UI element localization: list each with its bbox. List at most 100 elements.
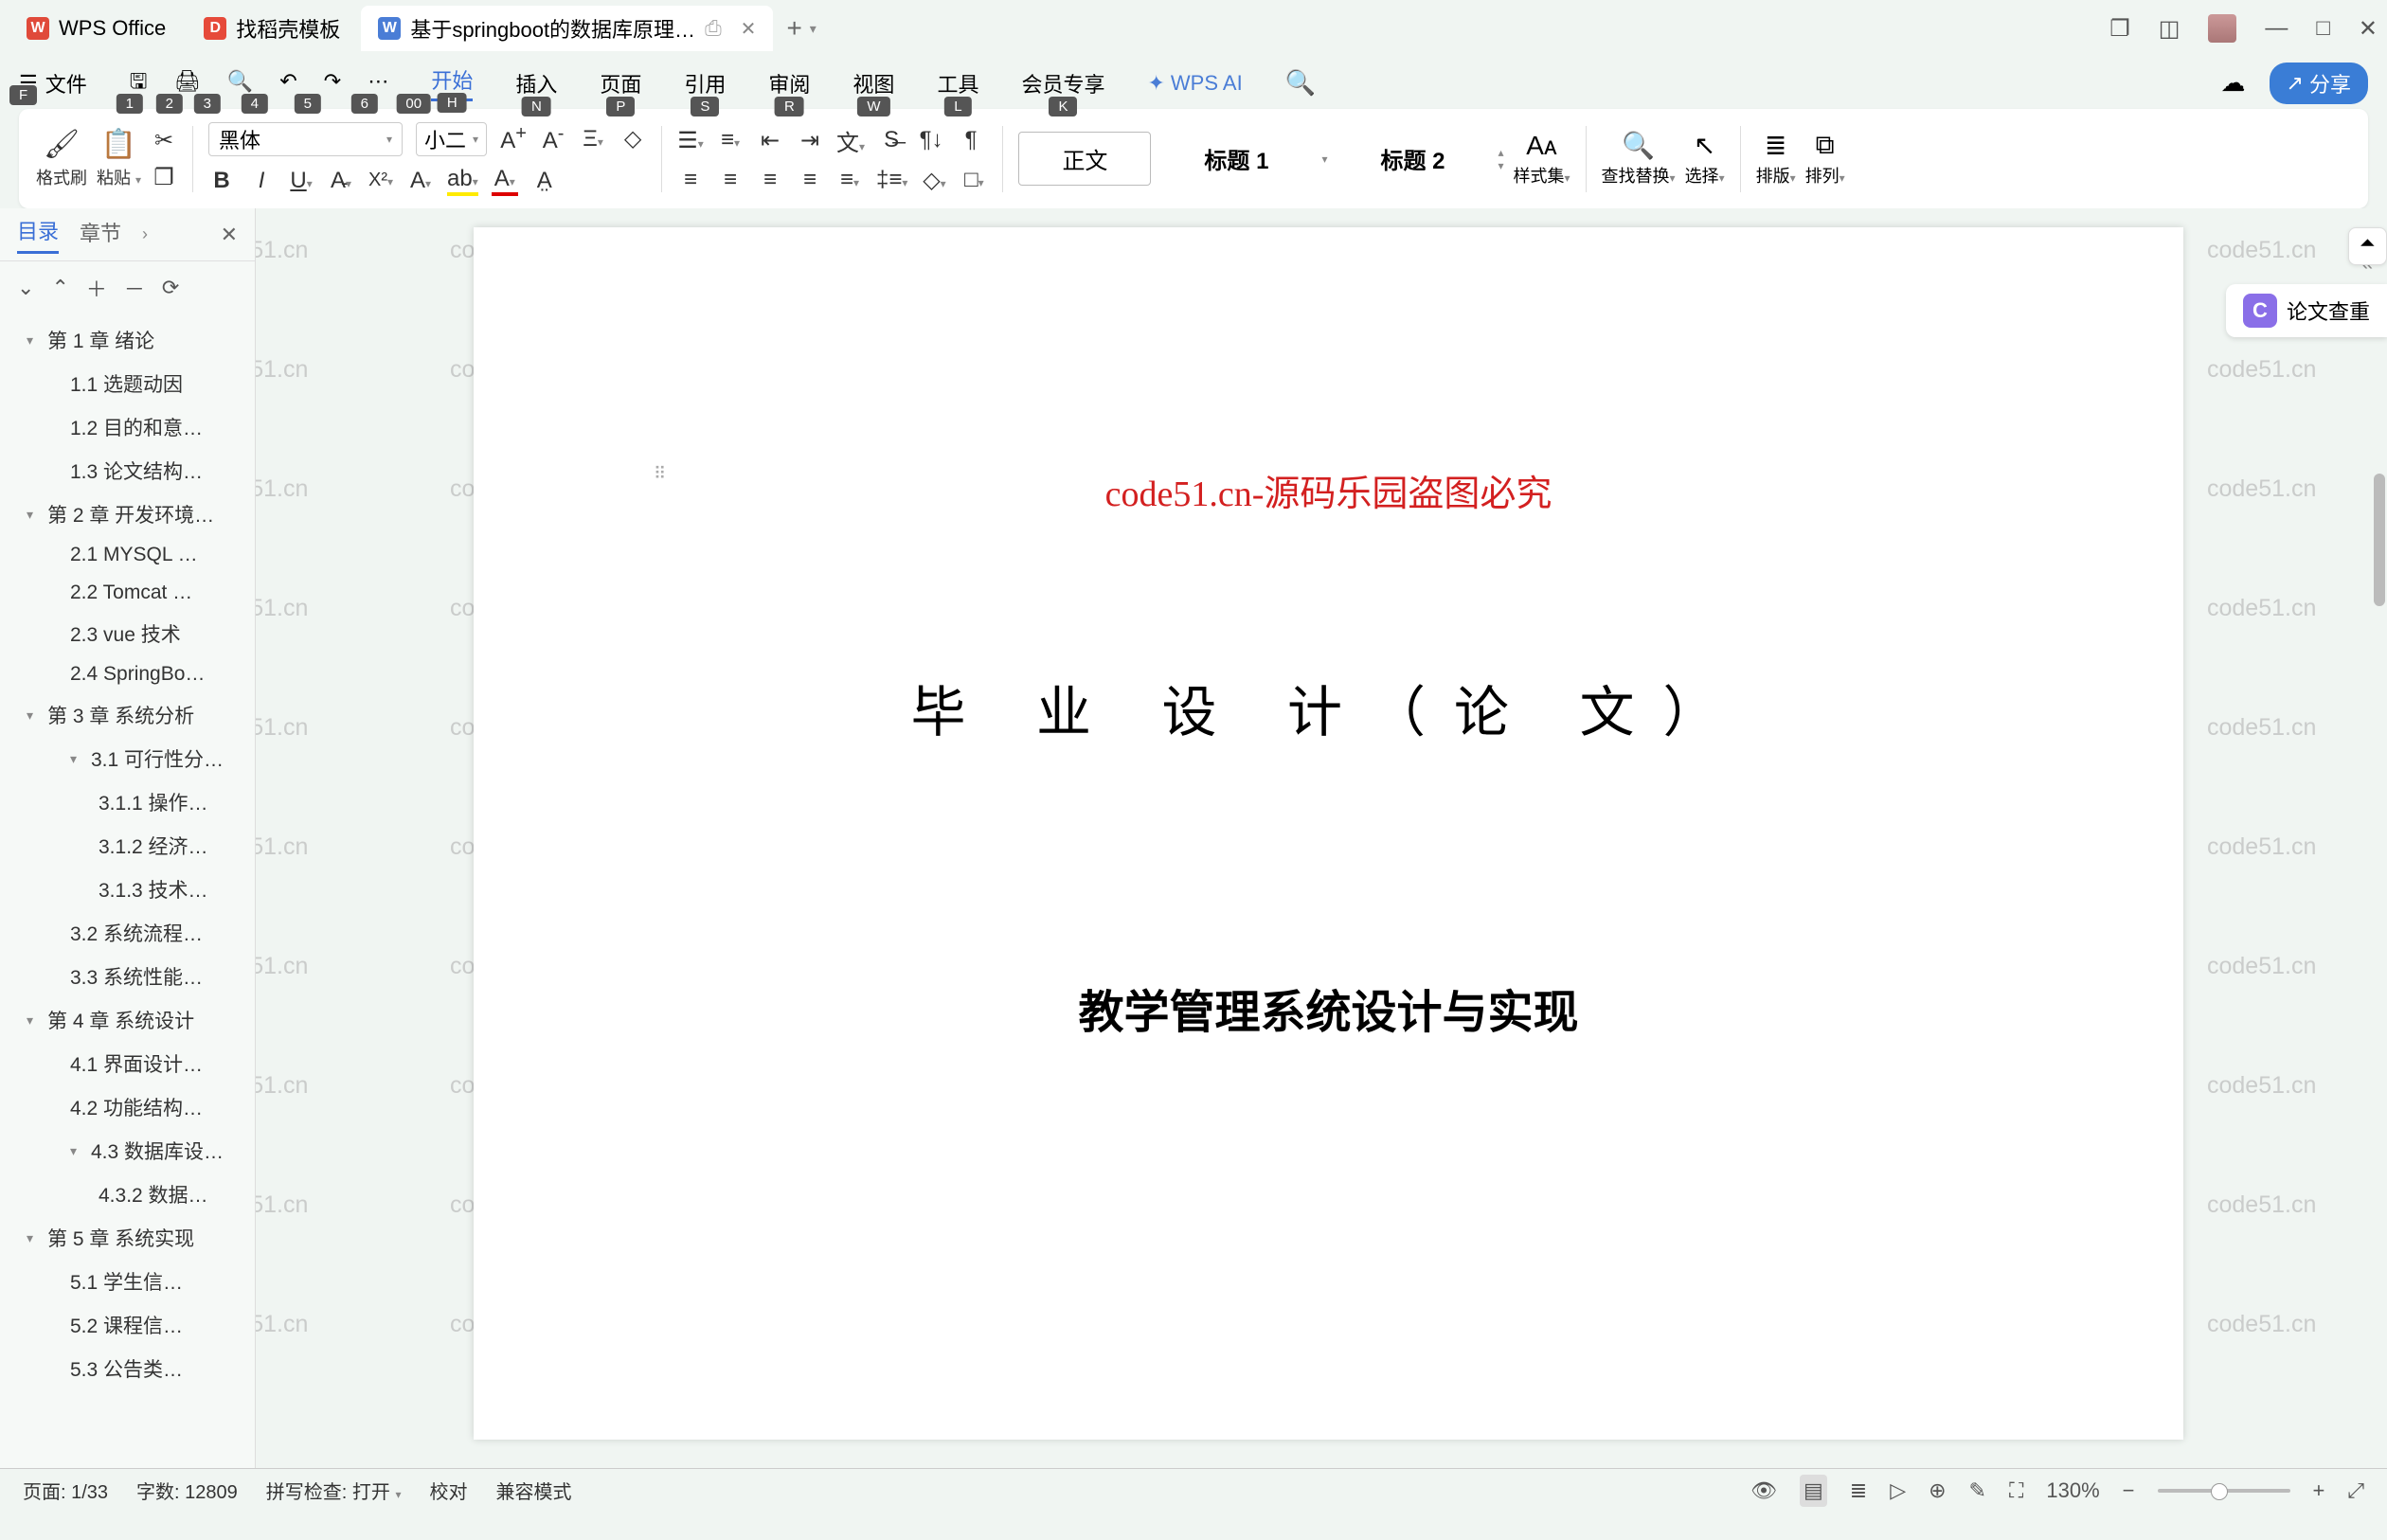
outline-item[interactable]: 3.1.2 经济… [0,824,255,868]
highlight-icon[interactable]: ab▾ [447,166,478,196]
font-family-select[interactable]: 黑体▾ [208,122,403,156]
chevron-down-icon[interactable]: ▾ [27,332,42,349]
line-spacing-icon[interactable]: ‡≡▾ [876,167,907,193]
outline-item[interactable]: 4.1 界面设计… [0,1042,255,1085]
window-close-icon[interactable]: ✕ [2359,15,2378,43]
outline-item[interactable]: ▾第 5 章 系统实现 [0,1216,255,1260]
drag-handle-icon[interactable]: ⠿ [654,464,666,484]
outline-item[interactable]: 3.1.1 操作… [0,780,255,824]
tab-pin-icon[interactable]: ⎙ [705,16,722,41]
increase-indent-icon[interactable]: ⇥ [797,127,823,154]
outline-tree[interactable]: ▾第 1 章 绪论1.1 选题动因1.2 目的和意…1.3 论文结构…▾第 2 … [0,314,255,1468]
file-menu[interactable]: ☰ 文件 F [19,68,87,98]
remove-icon[interactable]: － [124,273,145,303]
outline-item[interactable]: 1.3 论文结构… [0,449,255,492]
multi-window-icon[interactable]: ❐ [2109,15,2130,43]
menu-view[interactable]: 视图W [852,68,894,98]
align-left-icon[interactable]: ≡ [677,167,704,193]
expand-down-icon[interactable]: ⌄ [17,276,34,300]
decrease-indent-icon[interactable]: ⇤ [757,127,783,154]
outline-item[interactable]: 5.3 公告类… [0,1347,255,1390]
show-marks-icon[interactable]: ¶ [958,127,984,153]
menu-member[interactable]: 会员专享K [1021,68,1104,98]
sidebar-tab-chapter[interactable]: 章节 [80,217,121,253]
outline-view-icon[interactable]: ≣ [1850,1478,1867,1503]
chevron-right-icon[interactable]: › [142,224,148,244]
border-icon[interactable]: □▾ [960,167,987,193]
style-body[interactable]: 正文 [1018,132,1151,186]
fit-icon[interactable]: ⛶ [2009,1478,2023,1503]
outline-item[interactable]: ▾第 2 章 开发环境… [0,492,255,536]
phonetic-guide-icon[interactable]: A̤ [531,168,558,194]
maximize-icon[interactable]: □ [2316,15,2330,42]
align-center-icon[interactable]: ≡ [717,167,744,193]
new-tab-button[interactable]: + [786,13,801,44]
font-size-select[interactable]: 小二▾ [416,122,487,156]
copy-icon[interactable]: ❐ [151,164,177,191]
minimize-icon[interactable]: — [2265,15,2288,42]
underline-icon[interactable]: U▾ [288,168,314,194]
sort-icon[interactable]: S̶ [878,127,905,153]
preview-icon[interactable]: 🔍 [227,69,253,93]
menu-start[interactable]: 开始H [431,64,473,101]
page-view-icon[interactable]: ▤ [1800,1475,1827,1507]
undo-icon[interactable]: ↶ [279,69,296,93]
status-spellcheck[interactable]: 拼写检查: 打开 ▾ [266,1477,402,1504]
outline-item[interactable]: 5.1 学生信… [0,1260,255,1303]
chevron-down-icon[interactable]: ▾ [27,1012,42,1029]
outline-item[interactable]: ▾4.3 数据库设… [0,1129,255,1173]
styles-gallery-button[interactable]: Aᴀ样式集▾ [1514,131,1570,188]
focus-icon[interactable]: ✎ [1969,1478,1986,1503]
refresh-icon[interactable]: ⟳ [162,276,179,300]
zoom-slider[interactable] [2158,1489,2290,1493]
style-heading2[interactable]: 标题 2 [1346,133,1479,185]
more-quick-icon[interactable]: ⋯ [368,69,388,93]
bold-icon[interactable]: B [208,168,235,194]
distribute-icon[interactable]: ≡▾ [836,167,863,193]
format-painter-button[interactable]: 🖌格式刷 [36,128,87,189]
add-icon[interactable]: ＋ [86,273,107,303]
outline-item[interactable]: 1.1 选题动因 [0,362,255,405]
style-heading1[interactable]: 标题 1 [1170,133,1302,185]
find-replace-button[interactable]: 🔍查找替换▾ [1602,130,1676,188]
paste-button[interactable]: 📋粘贴 ▾ [97,128,141,189]
clear-format-icon[interactable]: ◇ [619,125,646,152]
fullscreen-icon[interactable]: ⤢ [2347,1478,2364,1503]
cloud-icon[interactable]: ☁ [2221,68,2246,98]
status-proofread[interactable]: 校对 [430,1477,468,1504]
style-scroll-down-icon[interactable]: ▾ [1498,159,1503,172]
outline-item[interactable]: 1.2 目的和意… [0,405,255,449]
new-tab-dropdown-icon[interactable]: ▾ [810,21,817,37]
superscript-icon[interactable]: X²▾ [368,170,394,191]
status-page[interactable]: 页面: 1/33 [23,1477,108,1504]
outline-item[interactable]: ▾第 3 章 系统分析 [0,693,255,737]
outline-item[interactable]: ▾3.1 可行性分… [0,737,255,780]
chevron-down-icon[interactable]: ▾ [70,751,85,767]
outline-item[interactable]: 4.2 功能结构… [0,1085,255,1129]
collapse-panel-icon[interactable]: 🞁 [2348,227,2387,265]
document-viewport[interactable]: code51.cncode51.cncode51.cncode51.cncode… [256,208,2387,1468]
arrange-button[interactable]: ⧉排列▾ [1805,130,1845,188]
paper-check-button[interactable]: C 论文查重 [2226,284,2387,337]
outline-item[interactable]: 3.3 系统性能… [0,955,255,998]
outline-item[interactable]: ▾第 4 章 系统设计 [0,998,255,1042]
close-icon[interactable]: ✕ [221,223,238,247]
style-h1-drop-icon[interactable]: ▾ [1321,152,1327,166]
sidebar-tab-toc[interactable]: 目录 [17,215,59,254]
tab-templates[interactable]: D 找稻壳模板 [187,6,357,51]
change-case-icon[interactable]: Ξ▾ [580,126,606,152]
outline-item[interactable]: ▾第 1 章 绪论 [0,318,255,362]
bullet-list-icon[interactable]: ☰▾ [677,127,704,154]
chevron-down-icon[interactable]: ▾ [27,507,42,523]
print-icon[interactable]: 🖨 [174,69,201,93]
font-color-icon[interactable]: A▾ [492,166,518,196]
tab-wps-office[interactable]: W WPS Office [9,6,183,51]
menu-tools[interactable]: 工具L [937,68,978,98]
zoom-value[interactable]: 130% [2046,1478,2099,1503]
outline-item[interactable]: 2.4 SpringBo… [0,655,255,693]
menu-page[interactable]: 页面P [600,68,641,98]
outline-item[interactable]: 2.3 vue 技术 [0,612,255,655]
number-list-icon[interactable]: ≡▾ [717,127,744,153]
collapse-up-icon[interactable]: ⌃ [51,276,68,300]
outline-item[interactable]: 5.2 课程信… [0,1303,255,1347]
